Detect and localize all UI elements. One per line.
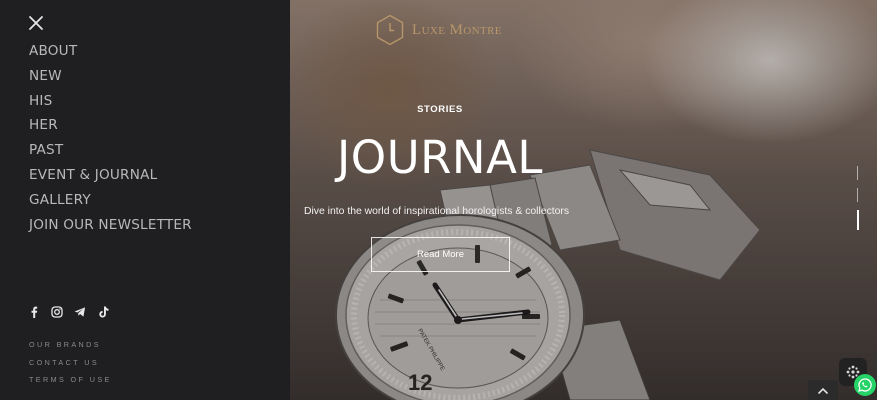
slide-indicator[interactable] <box>857 166 858 180</box>
menu-link[interactable]: EVENT & JOURNAL <box>29 167 157 183</box>
brand-logo[interactable]: Luxe Montre <box>376 14 502 46</box>
brand-name: Luxe Montre <box>412 21 502 38</box>
footer-links: OUR BRANDS CONTACT US TERMS OF USE <box>29 337 112 390</box>
scroll-to-top-button[interactable] <box>808 380 838 400</box>
footer-link[interactable]: TERMS OF USE <box>29 375 112 384</box>
menu-item-his[interactable]: HIS <box>29 89 192 114</box>
menu-link[interactable]: PAST <box>29 142 63 158</box>
hero-banner: 12 PATEK PHILIPPE Luxe Montre STORIES JO… <box>290 0 877 400</box>
footer-item-contact[interactable]: CONTACT US <box>29 355 112 373</box>
hero-subtitle: Dive into the world of inspirational hor… <box>304 206 570 217</box>
facebook-icon[interactable] <box>28 306 40 318</box>
menu-link[interactable]: ABOUT <box>29 43 77 59</box>
footer-item-terms[interactable]: TERMS OF USE <box>29 372 112 390</box>
menu-link[interactable]: GALLERY <box>29 192 91 208</box>
tiktok-icon[interactable] <box>97 306 109 318</box>
hero-eyebrow: STORIES <box>417 104 463 115</box>
menu-item-gallery[interactable]: GALLERY <box>29 188 192 213</box>
main-menu: ABOUT NEW HIS HER PAST EVENT & JOURNAL G… <box>29 39 192 237</box>
close-icon[interactable] <box>28 15 44 31</box>
hero-overlay <box>290 0 877 400</box>
instagram-icon[interactable] <box>51 306 63 318</box>
footer-link[interactable]: CONTACT US <box>29 358 99 367</box>
menu-link[interactable]: HIS <box>29 93 52 109</box>
slide-indicator[interactable] <box>857 188 858 202</box>
slide-indicator-active[interactable] <box>857 210 859 230</box>
hexagon-clock-icon <box>376 14 404 46</box>
menu-link[interactable]: JOIN OUR NEWSLETTER <box>29 217 192 233</box>
social-links <box>28 306 109 318</box>
footer-item-brands[interactable]: OUR BRANDS <box>29 337 112 355</box>
menu-item-new[interactable]: NEW <box>29 64 192 89</box>
menu-item-her[interactable]: HER <box>29 113 192 138</box>
read-more-button[interactable]: Read More <box>371 237 510 272</box>
menu-item-past[interactable]: PAST <box>29 138 192 163</box>
telegram-icon[interactable] <box>74 306 86 318</box>
chevron-up-icon <box>817 387 829 395</box>
hero-title: JOURNAL <box>337 131 543 184</box>
menu-link[interactable]: HER <box>29 117 58 133</box>
whatsapp-icon[interactable] <box>854 374 876 396</box>
footer-link[interactable]: OUR BRANDS <box>29 340 101 349</box>
sidebar-nav: ABOUT NEW HIS HER PAST EVENT & JOURNAL G… <box>0 0 290 400</box>
menu-item-newsletter[interactable]: JOIN OUR NEWSLETTER <box>29 213 192 238</box>
menu-item-event-journal[interactable]: EVENT & JOURNAL <box>29 163 192 188</box>
menu-item-about[interactable]: ABOUT <box>29 39 192 64</box>
menu-link[interactable]: NEW <box>29 68 62 84</box>
